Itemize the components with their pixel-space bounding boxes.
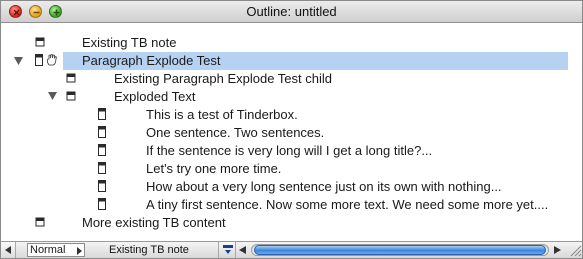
page-icon [98, 198, 106, 210]
outline-row[interactable]: A tiny first sentence. Now some more tex… [1, 196, 582, 214]
note-icon [35, 217, 45, 227]
outline-row[interactable]: More existing TB content [1, 214, 582, 232]
outline-row-label: Exploded Text [114, 89, 196, 104]
outline-row[interactable]: Exploded Text [1, 88, 582, 106]
scrollbar-thumb[interactable] [254, 245, 546, 255]
view-mode-select[interactable]: Normal [27, 243, 85, 257]
note-icon [66, 91, 76, 101]
outline-row-label: If the sentence is very long will I get … [146, 143, 433, 158]
outline-row-selected[interactable]: Paragraph Explode Test [63, 52, 568, 70]
resize-grip-icon[interactable] [567, 242, 582, 258]
outline-row[interactable]: If the sentence is very long will I get … [1, 142, 582, 160]
note-icon [66, 73, 76, 83]
disclosure-triangle-expanded-icon[interactable] [14, 57, 23, 65]
outline-row[interactable]: Let's try one more time. [1, 160, 582, 178]
horizontal-scrollbar[interactable] [237, 243, 563, 257]
triangle-left-icon [5, 246, 11, 254]
window-title: Outline: untitled [246, 4, 337, 19]
page-icon [98, 144, 106, 156]
scroll-left-button[interactable] [1, 242, 16, 258]
triangle-right-icon [77, 247, 82, 255]
outline-row[interactable]: How about a very long sentence just on i… [1, 178, 582, 196]
outline-row-label: Paragraph Explode Test [82, 53, 221, 68]
status-bar: Normal Existing TB note [1, 241, 582, 258]
page-icon [98, 180, 106, 192]
explode-hand-icon [46, 54, 57, 66]
outline-row-label: Existing TB note [82, 35, 177, 50]
outline-row-label: One sentence. Two sentences. [146, 125, 325, 140]
outline-row[interactable]: Existing TB note [1, 34, 582, 52]
scroll-arrow-right-icon[interactable] [551, 245, 563, 255]
split-pane-icon [223, 245, 233, 254]
outline-row[interactable]: One sentence. Two sentences. [1, 124, 582, 142]
outline-row-label: Let's try one more time. [146, 161, 282, 176]
outline-row[interactable]: Existing Paragraph Explode Test child [1, 70, 582, 88]
scroll-arrow-left-icon[interactable] [237, 245, 249, 255]
outline-row-label: This is a test of Tinderbox. [146, 107, 298, 122]
outline-row-label: How about a very long sentence just on i… [146, 179, 502, 194]
current-note-name: Existing TB note [109, 244, 189, 256]
page-icon [98, 126, 106, 138]
outline-row-label: A tiny first sentence. Now some more tex… [146, 197, 549, 212]
page-icon [35, 54, 43, 66]
note-icon [35, 37, 45, 47]
page-icon [98, 108, 106, 120]
outline-view[interactable]: Existing TB note Paragraph Explode Test … [1, 24, 582, 240]
outline-window: Outline: untitled Existing TB note Parag… [0, 0, 583, 259]
outline-row[interactable]: This is a test of Tinderbox. [1, 106, 582, 124]
text-pane-toggle-button[interactable] [218, 242, 236, 258]
disclosure-triangle-expanded-icon[interactable] [48, 92, 57, 100]
page-icon [98, 162, 106, 174]
outline-row-label: Existing Paragraph Explode Test child [114, 71, 332, 86]
view-mode-value: Normal [30, 244, 66, 256]
title-bar[interactable]: Outline: untitled [1, 1, 582, 23]
outline-row-label: More existing TB content [82, 215, 226, 230]
